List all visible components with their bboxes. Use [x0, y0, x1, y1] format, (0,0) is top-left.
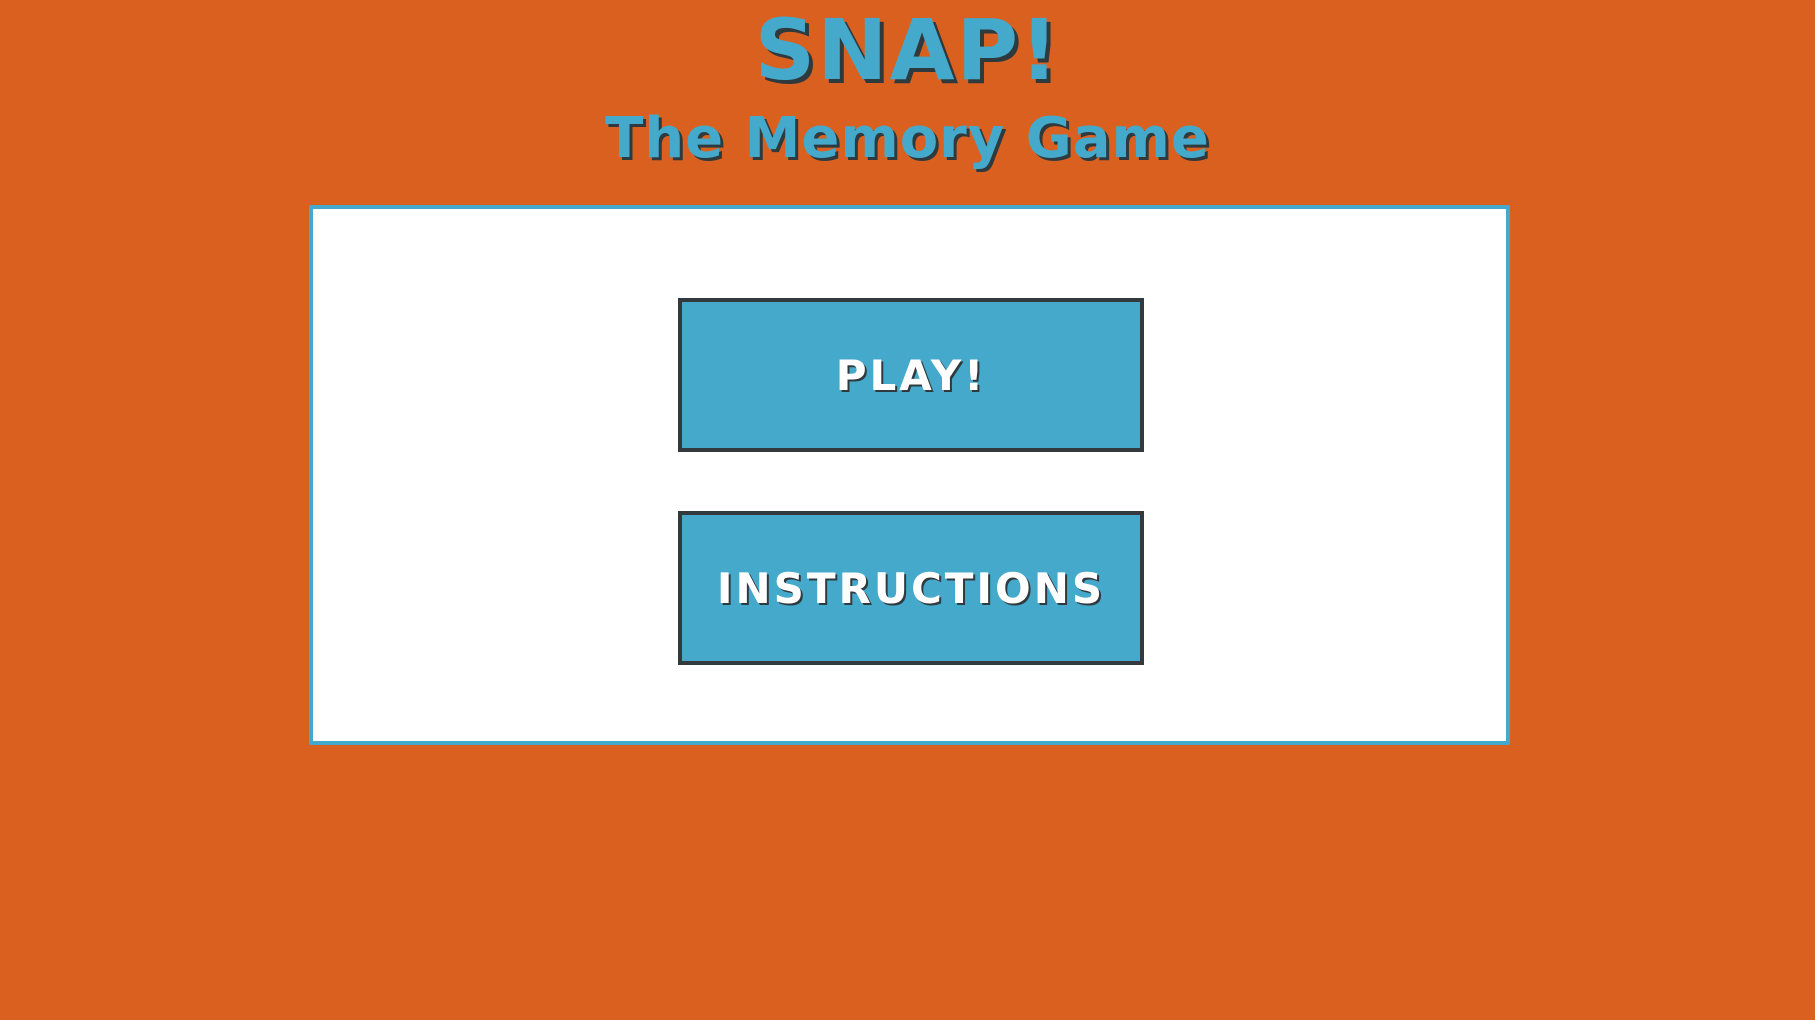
- instructions-button-label: INSTRUCTIONS: [716, 563, 1106, 613]
- instructions-button[interactable]: INSTRUCTIONS: [678, 511, 1144, 665]
- game-title: SNAP!: [754, 1, 1061, 99]
- play-button-label: PLAY!: [835, 350, 987, 400]
- game-subtitle: The Memory Game: [605, 106, 1210, 171]
- main-menu-panel: PLAY! INSTRUCTIONS: [309, 205, 1510, 745]
- play-button[interactable]: PLAY!: [678, 298, 1144, 452]
